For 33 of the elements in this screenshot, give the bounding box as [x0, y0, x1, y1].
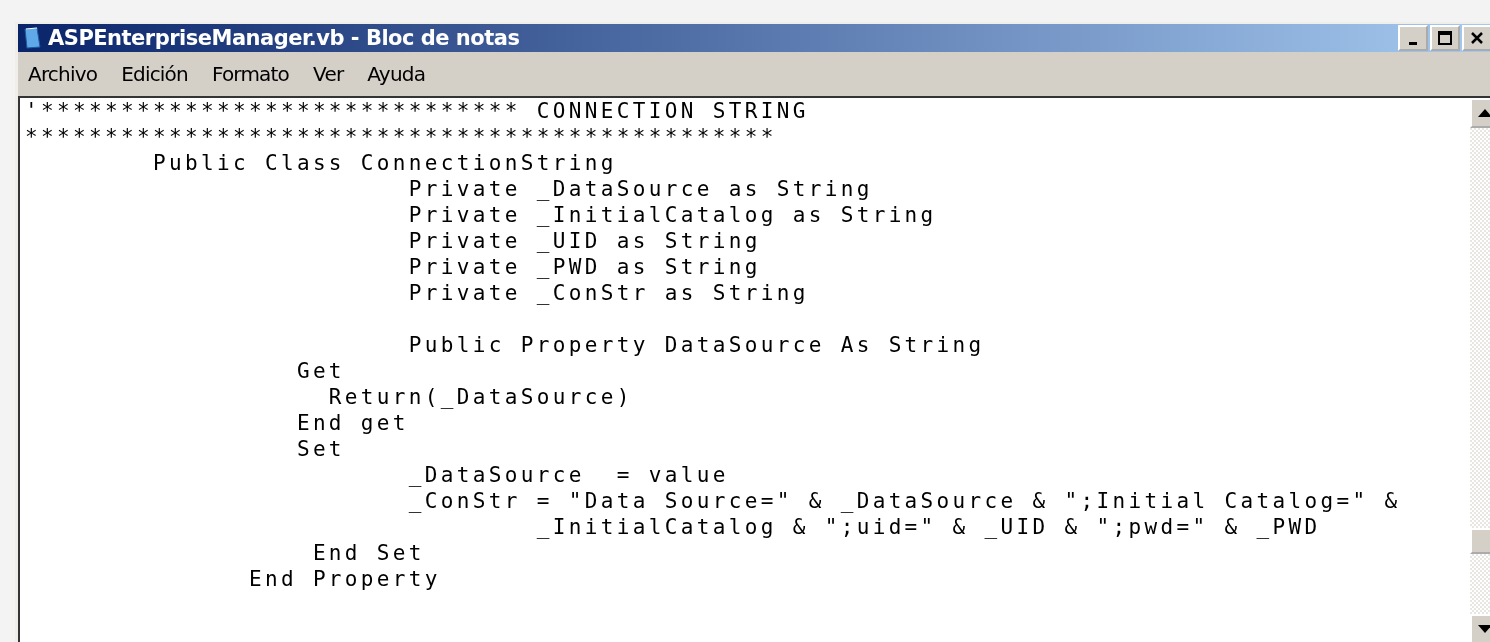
close-icon — [1469, 30, 1485, 46]
notepad-icon — [22, 27, 42, 49]
code-line: Private _PWD as String — [407, 254, 762, 280]
menu-item[interactable]: Formato — [211, 62, 290, 86]
code-line: Get — [295, 358, 346, 384]
code-line: Public Property DataSource As String — [407, 332, 986, 358]
code-line: Return(_DataSource) — [327, 384, 634, 410]
code-line: _DataSource = value — [407, 462, 730, 488]
code-line: Set — [295, 436, 346, 462]
menu-item[interactable]: Archivo — [28, 62, 98, 86]
menu-item[interactable]: Ver — [313, 62, 344, 86]
close-button[interactable] — [1462, 25, 1490, 51]
code-line: End Set — [311, 540, 426, 566]
code-line: Private _DataSource as String — [407, 176, 874, 202]
menu-item[interactable]: Edición — [121, 62, 188, 86]
maximize-button[interactable] — [1430, 25, 1460, 51]
minimize-icon — [1409, 41, 1417, 45]
maximize-icon — [1437, 30, 1453, 46]
menu-item[interactable]: Ayuda — [367, 62, 426, 86]
code-line: _ConStr = "Data Source=" & _DataSource & ";Initial Catalog=" & — [407, 488, 1402, 514]
code-line: Private _UID as String — [407, 228, 762, 254]
code-line: Private _ConStr as String — [407, 280, 810, 306]
down-arrow-icon — [1478, 625, 1490, 633]
code-line: _InitialCatalog & ";uid=" & _UID & ";pwd=" & _PWD — [535, 514, 1322, 540]
code-line: End get — [295, 410, 410, 436]
code-line: *********************************************** — [25, 124, 778, 150]
code-line: '****************************** CONNECTION STRING — [25, 98, 810, 124]
window-title: ASPEnterpriseManager.vb - Bloc de notas — [48, 26, 520, 50]
code-line: End Property — [247, 566, 442, 592]
code-line: Public Class ConnectionString — [151, 150, 618, 176]
minimize-button[interactable] — [1398, 25, 1428, 51]
code-line: Private _InitialCatalog as String — [407, 202, 938, 228]
up-arrow-icon — [1478, 109, 1490, 117]
